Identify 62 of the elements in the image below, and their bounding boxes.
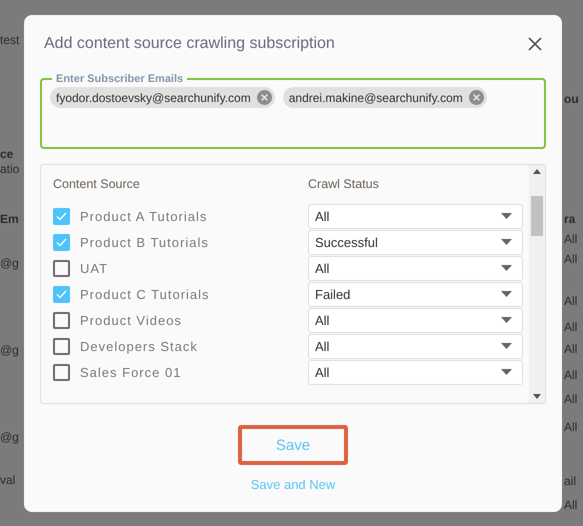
background-text: ou (564, 92, 579, 106)
background-text: atio (0, 162, 20, 176)
background-text: All (564, 252, 578, 266)
scrollbar[interactable] (529, 165, 545, 403)
scroll-thumb[interactable] (531, 196, 543, 236)
background-text: ail (564, 474, 576, 488)
status-dropdown[interactable]: Successful (308, 230, 523, 254)
check-icon (56, 290, 67, 298)
background-text: All (564, 392, 578, 406)
status-dropdown[interactable]: Failed (308, 282, 523, 306)
checkbox[interactable] (53, 338, 70, 354)
checkbox[interactable] (53, 208, 70, 224)
close-icon[interactable] (528, 37, 542, 51)
background-text: @g (0, 343, 19, 357)
scroll-down-icon[interactable] (533, 394, 541, 399)
column-header: Content Source (53, 177, 141, 191)
checkbox[interactable] (53, 234, 70, 250)
source-name: Sales Force 01 (80, 364, 182, 380)
source-name: Product B Tutorials (80, 234, 209, 250)
email-text: fyodor.dostoevsky@searchunify.com (56, 90, 251, 104)
caret-icon (501, 239, 512, 245)
source-name: UAT (80, 260, 108, 276)
background-text: All (564, 294, 578, 308)
caret-icon (501, 343, 512, 349)
status-dropdown[interactable]: All (308, 308, 523, 332)
background-text: All (564, 232, 578, 246)
email-text: andrei.makine@searchunify.com (288, 90, 463, 104)
caret-icon (501, 317, 512, 323)
source-name: Product Videos (80, 312, 182, 328)
scroll-up-icon[interactable] (533, 169, 541, 174)
caret-icon (501, 291, 512, 297)
source-name: Product C Tutorials (80, 286, 210, 302)
status-dropdown[interactable]: All (308, 360, 523, 384)
background-text: All (564, 420, 578, 434)
background-text: All (564, 320, 578, 334)
background-text: ce (0, 147, 14, 161)
status-dropdown[interactable]: All (308, 256, 523, 280)
checkbox[interactable] (53, 286, 70, 302)
source-name: Developers Stack (80, 338, 198, 354)
caret-icon (501, 369, 512, 375)
status-dropdown[interactable]: All (308, 204, 523, 228)
background-text: Em (0, 212, 19, 226)
checkbox[interactable] (53, 312, 70, 328)
background-text: All (564, 342, 578, 356)
background-text: test (0, 33, 20, 47)
column-header: Crawl Status (308, 177, 380, 191)
caret-icon (501, 265, 512, 271)
background-text: ra (564, 212, 576, 226)
caret-icon (501, 213, 512, 219)
status-dropdown[interactable]: All (308, 334, 523, 358)
background-text: val (0, 473, 16, 487)
checkbox[interactable] (53, 260, 70, 276)
check-icon (56, 238, 67, 246)
check-icon (56, 212, 67, 220)
background-text: @g (0, 430, 19, 444)
background-text: All (564, 368, 578, 382)
dialog-title: Add content source crawling subscription (44, 35, 335, 53)
checkbox[interactable] (53, 364, 70, 380)
source-name: Product A Tutorials (80, 208, 208, 224)
field-label: Enter Subscriber Emails (55, 73, 184, 85)
background-text: @g (0, 256, 19, 270)
background-text: All (564, 498, 578, 512)
